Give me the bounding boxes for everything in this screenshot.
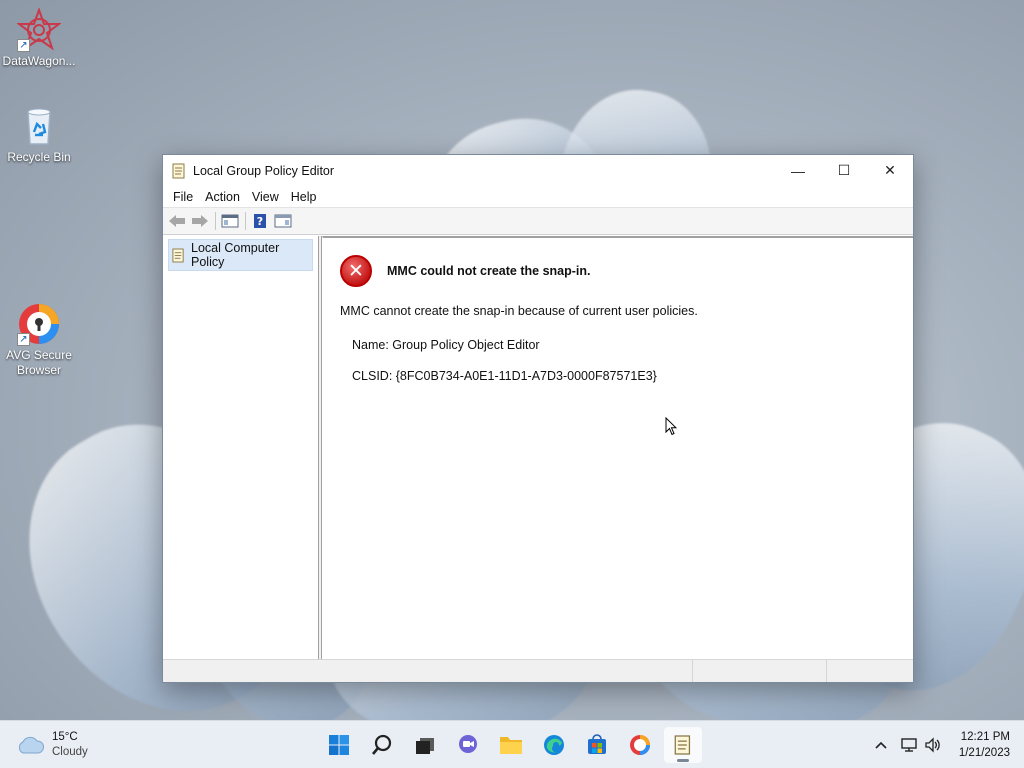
show-hide-console-tree-icon[interactable] xyxy=(219,210,241,232)
edge-button[interactable] xyxy=(535,727,573,763)
desktop-icon-recycle-bin[interactable]: Recycle Bin xyxy=(0,104,78,165)
error-clsid: CLSID: {8FC0B734-A0E1-11D1-A7D3-0000F875… xyxy=(352,369,657,383)
clock-time: 12:21 PM xyxy=(960,731,1010,743)
show-hide-action-pane-icon[interactable] xyxy=(272,210,294,232)
volume-icon[interactable] xyxy=(921,733,945,757)
avg-browser-icon: ↗ xyxy=(17,302,61,346)
tree-item-local-computer-policy[interactable]: Local Computer Policy xyxy=(168,239,313,271)
start-button[interactable] xyxy=(320,727,358,763)
desktop-icon-datawagon[interactable]: ↗ DataWagon... xyxy=(0,7,78,69)
title-bar[interactable]: Local Group Policy Editor — ☐ ✕ xyxy=(163,155,913,186)
folder-icon xyxy=(500,737,522,754)
windows-logo-icon xyxy=(329,735,349,755)
clock-date: 1/21/2023 xyxy=(958,747,1010,759)
policy-document-icon xyxy=(172,163,186,179)
search-icon xyxy=(372,734,392,755)
status-cell xyxy=(827,660,913,682)
menu-action[interactable]: Action xyxy=(199,190,246,204)
status-bar xyxy=(163,659,913,682)
result-pane: ✕ MMC could not create the snap-in. MMC … xyxy=(322,236,913,659)
desktop-icon-label: Recycle Bin xyxy=(7,150,71,164)
error-header: ✕ MMC could not create the snap-in. xyxy=(340,255,913,287)
window-title: Local Group Policy Editor xyxy=(193,163,335,178)
taskbar: 15°C Cloudy 12:21 PM 1/21/2023 xyxy=(0,720,1024,768)
help-icon[interactable]: ? xyxy=(249,210,271,232)
toolbar-separator xyxy=(245,212,246,230)
chat-icon xyxy=(459,735,477,753)
mouse-cursor-icon xyxy=(665,417,677,436)
chevron-up-icon[interactable] xyxy=(869,733,893,757)
shortcut-arrow-icon: ↗ xyxy=(17,333,30,346)
forward-arrow-icon[interactable] xyxy=(189,210,211,232)
toolbar: ? xyxy=(163,208,913,235)
group-policy-editor-window: Local Group Policy Editor — ☐ ✕ File Act… xyxy=(162,154,914,683)
edge-icon xyxy=(544,735,564,755)
error-icon: ✕ xyxy=(340,255,372,287)
policy-document-icon xyxy=(674,735,691,755)
weather-condition: Cloudy xyxy=(52,746,88,758)
close-button[interactable]: ✕ xyxy=(867,155,913,186)
avg-browser-icon xyxy=(630,735,650,755)
running-indicator xyxy=(677,759,689,762)
menu-help[interactable]: Help xyxy=(285,190,323,204)
shortcut-arrow-icon: ↗ xyxy=(17,39,30,52)
status-cell xyxy=(163,660,693,682)
maximize-button[interactable]: ☐ xyxy=(821,155,867,186)
clock[interactable]: 12:21 PM 1/21/2023 xyxy=(945,729,1024,761)
task-view-icon xyxy=(416,738,434,754)
console-tree: Local Computer Policy xyxy=(163,236,319,659)
menu-file[interactable]: File xyxy=(167,190,199,204)
network-icon[interactable] xyxy=(897,733,921,757)
recycle-bin-icon xyxy=(17,104,61,148)
taskbar-apps xyxy=(320,727,707,763)
menu-view[interactable]: View xyxy=(246,190,285,204)
avg-browser-button[interactable] xyxy=(621,727,659,763)
menu-bar: File Action View Help xyxy=(163,186,913,208)
datawagon-icon: ↗ xyxy=(16,7,62,52)
system-tray: 12:21 PM 1/21/2023 xyxy=(869,721,1024,768)
task-view-button[interactable] xyxy=(406,727,444,763)
svg-text:?: ? xyxy=(257,215,263,228)
store-button[interactable] xyxy=(578,727,616,763)
back-arrow-icon[interactable] xyxy=(166,210,188,232)
cloud-icon xyxy=(18,736,44,754)
desktop-icon-avg-browser[interactable]: ↗ AVG Secure Browser xyxy=(0,302,78,378)
desktop-icon-label: DataWagon... xyxy=(2,54,76,68)
toolbar-separator xyxy=(215,212,216,230)
weather-temperature: 15°C xyxy=(52,731,78,743)
minimize-button[interactable]: — xyxy=(775,155,821,186)
policy-document-icon xyxy=(172,248,185,263)
tree-item-label: Local Computer Policy xyxy=(191,241,280,269)
chat-button[interactable] xyxy=(449,727,487,763)
error-message: MMC cannot create the snap-in because of… xyxy=(340,304,698,318)
status-cell xyxy=(693,660,827,682)
weather-widget[interactable]: 15°C Cloudy xyxy=(16,730,88,760)
mmc-content: Local Computer Policy ✕ MMC could not cr… xyxy=(163,236,913,659)
file-explorer-button[interactable] xyxy=(492,727,530,763)
error-title: MMC could not create the snap-in. xyxy=(387,264,591,278)
group-policy-editor-button[interactable] xyxy=(664,727,702,763)
error-snapin-name: Name: Group Policy Object Editor xyxy=(352,338,540,352)
search-button[interactable] xyxy=(363,727,401,763)
store-icon xyxy=(588,734,606,754)
desktop-icon-label: AVG Secure Browser xyxy=(6,348,72,377)
